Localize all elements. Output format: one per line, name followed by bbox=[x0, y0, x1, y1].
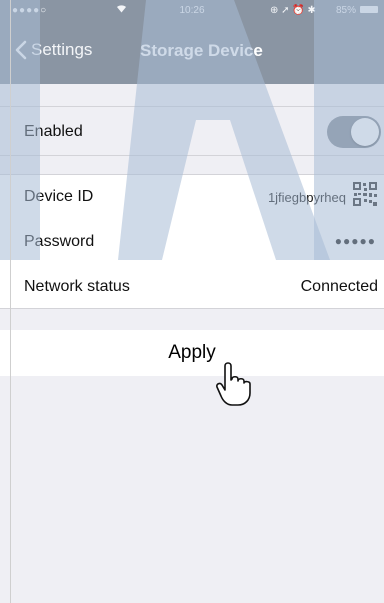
group-spacer bbox=[0, 156, 384, 174]
hand-pointer-icon bbox=[216, 362, 251, 406]
toggle-knob bbox=[351, 118, 379, 146]
clock: 10:26 bbox=[179, 4, 205, 16]
divider bbox=[0, 106, 384, 107]
page-title: Storage Device bbox=[140, 41, 263, 60]
battery-icon bbox=[360, 6, 378, 13]
enabled-label: Enabled bbox=[24, 123, 83, 140]
password-value: ●●●●● bbox=[334, 234, 376, 248]
device-id-label: Device ID bbox=[24, 188, 94, 205]
status-icons: ⊕ ➚ ⏰ ✱ bbox=[270, 4, 316, 16]
group-spacer bbox=[0, 309, 384, 330]
chevron-left-icon bbox=[15, 40, 27, 60]
password-label: Password bbox=[24, 233, 95, 250]
divider bbox=[0, 308, 384, 309]
device-id-value: 1jfiegbpyrheq bbox=[267, 190, 346, 205]
apply-label: Apply bbox=[168, 342, 216, 363]
network-status-value: Connected bbox=[300, 278, 378, 295]
qr-code-icon[interactable] bbox=[352, 181, 378, 207]
back-button[interactable]: Settings bbox=[14, 40, 92, 60]
divider bbox=[0, 155, 384, 156]
battery-percent: 85% bbox=[335, 4, 356, 16]
apply-button[interactable]: Apply bbox=[0, 330, 384, 376]
network-status-label: Network status bbox=[24, 278, 130, 295]
group-spacer bbox=[0, 84, 384, 106]
divider bbox=[0, 174, 384, 175]
back-label: Settings bbox=[31, 40, 93, 59]
navigation-bar: Settings Storage Device bbox=[0, 20, 384, 84]
status-bar: ●●●●○ 10:26 ⊕ ➚ ⏰ ✱ 85% bbox=[0, 0, 384, 20]
empty-area bbox=[0, 376, 384, 603]
frame-border bbox=[10, 0, 11, 603]
enabled-toggle[interactable] bbox=[327, 116, 381, 148]
